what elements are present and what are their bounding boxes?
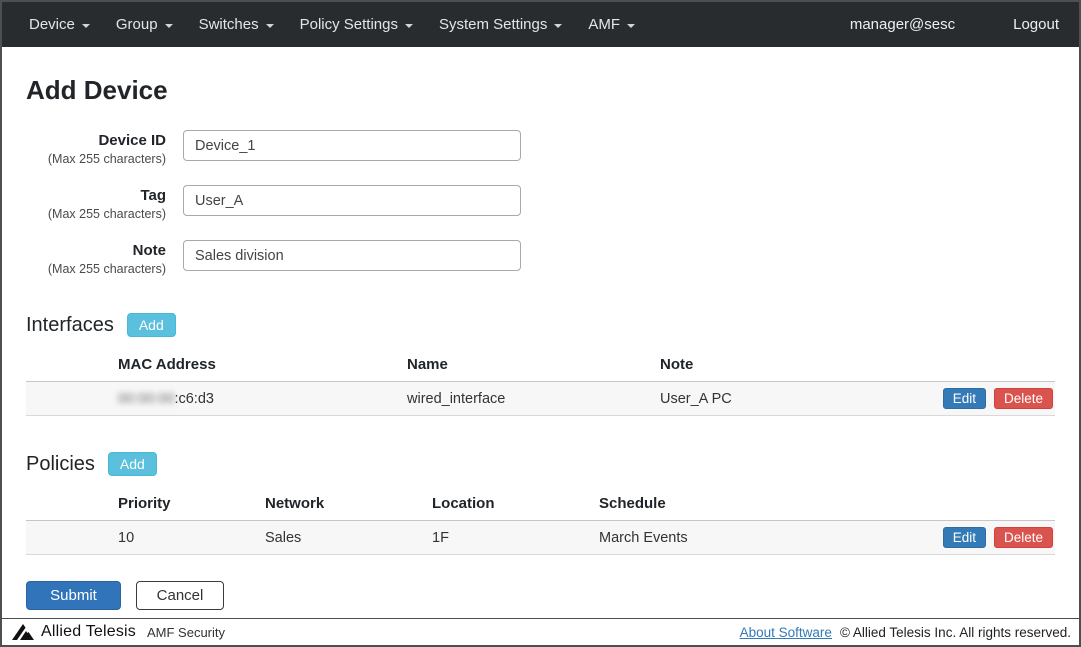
- mac-redacted-segment: 00:00:00: [118, 391, 174, 407]
- edit-interface-button[interactable]: Edit: [943, 388, 986, 409]
- chevron-down-icon: [165, 24, 173, 28]
- interface-note-value: User_A PC: [660, 391, 943, 407]
- nav-item-label: AMF: [588, 16, 620, 33]
- nav-item-group[interactable]: Group: [103, 2, 186, 47]
- copyright-text: © Allied Telesis Inc. All rights reserve…: [840, 625, 1071, 640]
- policies-table: Priority Network Location Schedule 10 Sa…: [26, 490, 1055, 555]
- interface-name-value: wired_interface: [407, 391, 660, 407]
- device-id-label: Device ID: [26, 132, 166, 151]
- column-header-priority: Priority: [26, 495, 265, 512]
- delete-interface-button[interactable]: Delete: [994, 388, 1053, 409]
- main-content: Add Device Device ID (Max 255 characters…: [2, 47, 1079, 618]
- note-hint: (Max 255 characters): [26, 261, 166, 277]
- column-header-location: Location: [432, 495, 599, 512]
- product-name: AMF Security: [147, 625, 225, 640]
- logged-in-user: manager@sesc: [850, 16, 955, 33]
- policy-priority-value: 10: [26, 530, 265, 546]
- column-header-network: Network: [265, 495, 432, 512]
- nav-item-amf[interactable]: AMF: [575, 2, 648, 47]
- mac-address-value: 00:00:00:c6:d3: [26, 391, 407, 407]
- policies-section-title: Policies: [26, 453, 95, 476]
- nav-item-label: Policy Settings: [300, 16, 398, 33]
- table-row: 00:00:00:c6:d3 wired_interface User_A PC…: [26, 382, 1055, 416]
- page-title: Add Device: [26, 75, 1055, 106]
- edit-policy-button[interactable]: Edit: [943, 527, 986, 548]
- column-header-mac: MAC Address: [26, 356, 407, 373]
- tag-row: Tag (Max 255 characters): [26, 185, 1055, 222]
- device-id-row: Device ID (Max 255 characters): [26, 130, 1055, 167]
- nav-item-switches[interactable]: Switches: [186, 2, 287, 47]
- top-navbar: Device Group Switches Policy Settings Sy…: [2, 2, 1079, 47]
- note-input[interactable]: [183, 240, 521, 271]
- device-id-input[interactable]: [183, 130, 521, 161]
- note-label: Note: [26, 242, 166, 261]
- interfaces-table: MAC Address Name Note 00:00:00:c6:d3 wir…: [26, 351, 1055, 416]
- brand-name: Allied Telesis: [41, 623, 136, 641]
- nav-item-label: Group: [116, 16, 158, 33]
- column-header-name: Name: [407, 356, 660, 373]
- note-row: Note (Max 255 characters): [26, 240, 1055, 277]
- policy-location-value: 1F: [432, 530, 599, 546]
- submit-button[interactable]: Submit: [26, 581, 121, 610]
- tag-hint: (Max 255 characters): [26, 206, 166, 222]
- add-interface-button[interactable]: Add: [127, 313, 176, 337]
- mac-visible-segment: :c6:d3: [174, 391, 214, 407]
- nav-item-policy-settings[interactable]: Policy Settings: [287, 2, 426, 47]
- cancel-button[interactable]: Cancel: [136, 581, 224, 610]
- tag-label: Tag: [26, 187, 166, 206]
- column-header-schedule: Schedule: [599, 495, 1055, 512]
- policy-schedule-value: March Events: [599, 530, 943, 546]
- device-id-hint: (Max 255 characters): [26, 151, 166, 167]
- logout-button[interactable]: Logout: [1007, 16, 1065, 33]
- delete-policy-button[interactable]: Delete: [994, 527, 1053, 548]
- chevron-down-icon: [627, 24, 635, 28]
- chevron-down-icon: [266, 24, 274, 28]
- add-policy-button[interactable]: Add: [108, 452, 157, 476]
- nav-item-device[interactable]: Device: [16, 2, 103, 47]
- interfaces-section-title: Interfaces: [26, 314, 114, 337]
- policy-network-value: Sales: [265, 530, 432, 546]
- allied-telesis-logo: [10, 623, 36, 641]
- nav-item-label: Switches: [199, 16, 259, 33]
- app-window: Device Group Switches Policy Settings Sy…: [0, 0, 1081, 647]
- tag-input[interactable]: [183, 185, 521, 216]
- chevron-down-icon: [82, 24, 90, 28]
- nav-item-label: System Settings: [439, 16, 547, 33]
- chevron-down-icon: [405, 24, 413, 28]
- table-row: 10 Sales 1F March Events Edit Delete: [26, 521, 1055, 555]
- nav-item-label: Device: [29, 16, 75, 33]
- about-software-link[interactable]: About Software: [740, 625, 832, 640]
- nav-item-system-settings[interactable]: System Settings: [426, 2, 575, 47]
- chevron-down-icon: [554, 24, 562, 28]
- footer: Allied Telesis AMF Security About Softwa…: [2, 618, 1079, 645]
- column-header-note: Note: [660, 356, 1055, 373]
